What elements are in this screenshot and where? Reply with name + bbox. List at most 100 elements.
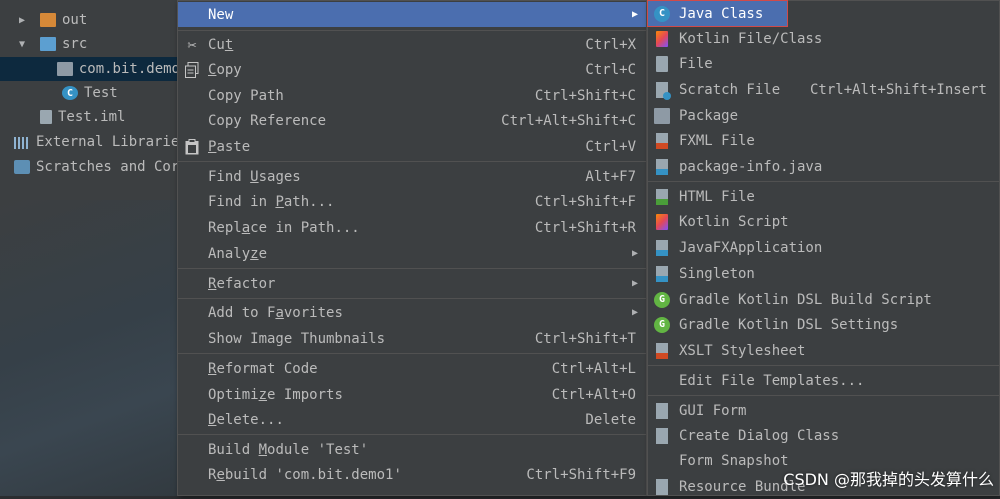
scratches-icon bbox=[14, 160, 30, 174]
scratch-file-icon bbox=[656, 81, 671, 100]
resource-bundle-icon bbox=[656, 478, 668, 495]
submenu-item-package[interactable]: Package bbox=[648, 103, 999, 128]
submenu-item-label: Kotlin Script bbox=[679, 213, 789, 230]
package-folder-icon bbox=[56, 62, 73, 76]
menu-item-label: Delete... bbox=[208, 411, 284, 428]
tree-item-test-iml[interactable]: Test.iml bbox=[0, 105, 180, 129]
submenu-item-kotlin-script[interactable]: Kotlin Script bbox=[648, 209, 999, 234]
shortcut-label: Ctrl+Alt+L bbox=[551, 360, 636, 377]
submenu-item-label: HTML File bbox=[679, 188, 755, 205]
menu-item-copy-path[interactable]: Copy Path Ctrl+Shift+C bbox=[178, 83, 646, 108]
submenu-item-create-dialog-class[interactable]: Create Dialog Class bbox=[648, 423, 999, 448]
tree-item-test-class[interactable]: C Test bbox=[0, 81, 180, 105]
tree-item-src[interactable]: ▼ src bbox=[0, 32, 180, 56]
menu-item-replace-in-path[interactable]: Replace in Path... Ctrl+Shift+R bbox=[178, 215, 646, 240]
menu-item-optimize-imports[interactable]: Optimize Imports Ctrl+Alt+O bbox=[178, 382, 646, 407]
collapse-arrow-icon[interactable]: ▼ bbox=[16, 39, 28, 50]
submenu-arrow-icon: ▶ bbox=[631, 278, 638, 289]
watermark: CSDN @那我掉的头发算什么 bbox=[783, 470, 994, 489]
menu-item-label: Add to Favorites bbox=[208, 304, 343, 321]
shortcut-label: Ctrl+Shift+C bbox=[534, 87, 636, 104]
submenu-item-label: Java Class bbox=[679, 5, 764, 22]
java-doc-icon bbox=[656, 158, 668, 175]
submenu-item-gradle-build-script[interactable]: G Gradle Kotlin DSL Build Script bbox=[648, 287, 999, 312]
submenu-separator bbox=[648, 365, 999, 366]
submenu-item-file[interactable]: File bbox=[648, 51, 999, 76]
javafx-icon bbox=[656, 239, 668, 256]
xslt-icon bbox=[656, 342, 668, 359]
submenu-item-package-info[interactable]: package-info.java bbox=[648, 154, 999, 179]
kotlin-script-icon bbox=[656, 213, 668, 230]
shortcut-label: Ctrl+V bbox=[585, 138, 636, 155]
shortcut-label: Ctrl+Alt+Shift+C bbox=[501, 112, 636, 129]
tree-item-external-libraries[interactable]: External Librarie bbox=[0, 130, 180, 154]
menu-separator bbox=[178, 298, 646, 299]
submenu-separator bbox=[648, 395, 999, 396]
menu-item-label: Copy Path bbox=[208, 87, 284, 104]
menu-separator bbox=[178, 353, 646, 354]
menu-item-build-module[interactable]: Build Module 'Test' bbox=[178, 437, 646, 462]
submenu-item-xslt-stylesheet[interactable]: XSLT Stylesheet bbox=[648, 338, 999, 363]
kotlin-file-icon bbox=[656, 30, 668, 47]
submenu-item-singleton[interactable]: Singleton bbox=[648, 261, 999, 286]
java-class-icon: C bbox=[62, 86, 78, 100]
menu-item-paste[interactable]: Paste Ctrl+V bbox=[178, 134, 646, 159]
menu-item-refactor[interactable]: Refactor ▶ bbox=[178, 271, 646, 296]
menu-item-label: Show Image Thumbnails bbox=[208, 330, 386, 347]
menu-item-new[interactable]: New ▶ bbox=[178, 2, 646, 27]
tree-item-label: Scratches and Cor bbox=[36, 159, 180, 175]
menu-item-label: Build Module 'Test' bbox=[208, 441, 369, 458]
file-icon bbox=[656, 55, 668, 72]
shortcut-label: Ctrl+Alt+O bbox=[551, 386, 636, 403]
tree-item-scratches[interactable]: Scratches and Cor bbox=[0, 155, 180, 179]
menu-item-cut[interactable]: ✂ Cut Ctrl+X bbox=[178, 32, 646, 57]
submenu-item-scratch-file[interactable]: Scratch File Ctrl+Alt+Shift+Insert bbox=[648, 77, 999, 102]
submenu-item-label: XSLT Stylesheet bbox=[679, 342, 806, 359]
menu-item-reformat-code[interactable]: Reformat Code Ctrl+Alt+L bbox=[178, 356, 646, 381]
submenu-item-edit-file-templates[interactable]: Edit File Templates... bbox=[648, 368, 999, 393]
submenu-arrow-icon: ▶ bbox=[631, 307, 638, 318]
menu-item-delete[interactable]: Delete... Delete bbox=[178, 407, 646, 432]
submenu-arrow-icon: ▶ bbox=[631, 248, 638, 259]
submenu-item-javafx-application[interactable]: JavaFXApplication bbox=[648, 235, 999, 260]
menu-item-label: Optimize Imports bbox=[208, 386, 343, 403]
fxml-file-icon bbox=[656, 132, 668, 149]
menu-item-copy[interactable]: Copy Ctrl+C bbox=[178, 57, 646, 82]
menu-item-analyze[interactable]: Analyze ▶ bbox=[178, 241, 646, 266]
submenu-item-label: Gradle Kotlin DSL Build Script bbox=[679, 291, 932, 308]
submenu-item-gradle-settings[interactable]: G Gradle Kotlin DSL Settings bbox=[648, 312, 999, 337]
copy-icon bbox=[183, 61, 201, 79]
tree-item-out[interactable]: ▶ out bbox=[0, 8, 180, 32]
submenu-item-java-class[interactable]: C Java Class bbox=[647, 0, 788, 27]
tree-item-package[interactable]: com.bit.demo bbox=[0, 57, 180, 81]
submenu-item-fxml-file[interactable]: FXML File bbox=[648, 128, 999, 153]
menu-separator bbox=[178, 161, 646, 162]
menu-item-add-to-favorites[interactable]: Add to Favorites ▶ bbox=[178, 300, 646, 325]
menu-item-copy-reference[interactable]: Copy Reference Ctrl+Alt+Shift+C bbox=[178, 108, 646, 133]
singleton-icon bbox=[656, 265, 668, 282]
expand-arrow-icon[interactable]: ▶ bbox=[16, 15, 28, 26]
submenu-item-kotlin-file[interactable]: Kotlin File/Class bbox=[648, 26, 999, 51]
tree-item-label: src bbox=[62, 36, 88, 52]
menu-item-find-usages[interactable]: Find Usages Alt+F7 bbox=[178, 164, 646, 189]
clipboard-icon bbox=[183, 138, 201, 156]
submenu-item-gui-form[interactable]: GUI Form bbox=[648, 398, 999, 423]
dialog-class-icon bbox=[656, 427, 668, 444]
menu-item-label: Copy bbox=[208, 61, 242, 78]
menu-item-rebuild[interactable]: Rebuild 'com.bit.demo1' Ctrl+Shift+F9 bbox=[178, 462, 646, 487]
menu-item-find-in-path[interactable]: Find in Path... Ctrl+Shift+F bbox=[178, 189, 646, 214]
shortcut-label: Ctrl+Shift+F bbox=[534, 193, 636, 210]
menu-item-label: New bbox=[208, 6, 234, 23]
package-icon bbox=[654, 107, 670, 124]
submenu-item-html-file[interactable]: HTML File bbox=[648, 184, 999, 209]
tree-item-label: Test bbox=[84, 85, 118, 101]
module-file-icon bbox=[40, 110, 52, 124]
menu-item-label: Find Usages bbox=[208, 168, 301, 185]
menu-item-show-image-thumbnails[interactable]: Show Image Thumbnails Ctrl+Shift+T bbox=[178, 326, 646, 351]
scissors-icon: ✂ bbox=[187, 35, 197, 54]
menu-separator bbox=[178, 30, 646, 31]
java-class-icon: C bbox=[654, 5, 670, 22]
submenu-item-label: Gradle Kotlin DSL Settings bbox=[679, 316, 899, 333]
menu-item-label: Find in Path... bbox=[208, 193, 335, 210]
menu-item-label: Copy Reference bbox=[208, 112, 327, 129]
